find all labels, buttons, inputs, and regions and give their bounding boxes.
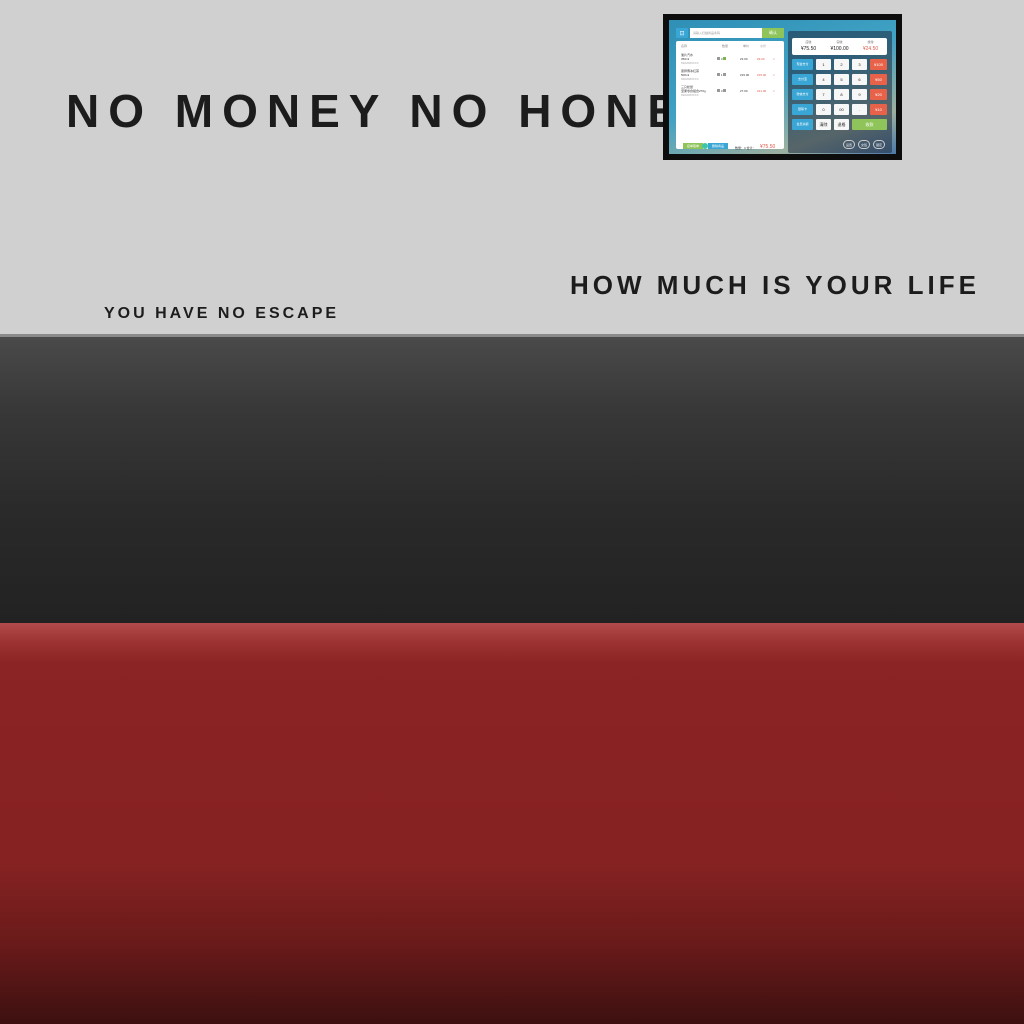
- col-header-name: 名称: [681, 44, 688, 48]
- pay-alipay-button[interactable]: 支付宝: [792, 74, 813, 85]
- pay-wechat-button[interactable]: 微信支付: [792, 89, 813, 100]
- wall-subline: YOU HAVE NO ESCAPE: [104, 305, 340, 322]
- cart-row[interactable]: 康师傅冰红茶 500ml 6902083XXX 1 ¥15.00 ¥15.00 …: [681, 69, 781, 83]
- key-00[interactable]: 00: [834, 104, 849, 115]
- pay-unionpay-button[interactable]: 银联卡: [792, 104, 813, 115]
- key-4[interactable]: 4: [816, 74, 831, 85]
- settings-button[interactable]: 设置: [843, 140, 855, 149]
- key-9[interactable]: 9: [852, 89, 867, 100]
- item-qty: 3: [720, 57, 723, 61]
- cart-row[interactable]: 三只松鼠 坚果零食组合270g 6902083XXX 3 ¥7.00 ¥21.0…: [681, 85, 781, 99]
- col-header-qty: 数量: [722, 44, 729, 48]
- remove-icon[interactable]: ×: [773, 73, 775, 77]
- pay-member-button[interactable]: 会员余额: [792, 119, 813, 130]
- cart-row[interactable]: 薯片汽水 350ml 6902083XXX 3 ¥3.00 ¥9.00 ×: [681, 53, 781, 67]
- cart-count-label: 数量：3 合计：: [735, 146, 756, 150]
- summary-received: 实收 ¥100.00: [830, 40, 849, 52]
- item-code: 6902083XXX: [681, 93, 699, 97]
- minus-icon[interactable]: [717, 57, 720, 60]
- pay-cash-button[interactable]: 现金支付: [792, 59, 813, 70]
- backspace-button[interactable]: 退格: [834, 119, 849, 130]
- item-price: ¥3.00: [740, 57, 748, 61]
- minus-icon[interactable]: [717, 73, 720, 76]
- shift-button[interactable]: 交班: [858, 140, 870, 149]
- pos-screen[interactable]: ⊡ 请输入扫描商品条码 确认 名称 数量 单价 小计 薯片汽水 350ml 69…: [669, 20, 896, 154]
- item-qty: 3: [720, 89, 723, 93]
- clear-button[interactable]: 清除: [816, 119, 831, 130]
- quick-amount-10[interactable]: ¥10: [870, 104, 887, 115]
- plus-icon[interactable]: [723, 89, 727, 92]
- key-0[interactable]: 0: [816, 104, 831, 115]
- search-confirm-button[interactable]: 确认: [762, 28, 784, 38]
- quick-amount-20[interactable]: ¥20: [870, 89, 887, 100]
- summary-due: 应收 ¥75.50: [800, 40, 817, 52]
- cart-total: ¥75.50: [760, 144, 776, 150]
- plus-icon[interactable]: [723, 57, 727, 60]
- plus-icon[interactable]: [723, 73, 727, 76]
- item-code: 6902083XXX: [681, 77, 699, 81]
- item-code: 6902083XXX: [681, 61, 699, 65]
- key-2[interactable]: 2: [834, 59, 849, 70]
- payment-summary: 应收 ¥75.50 实收 ¥100.00 找零 ¥24.50: [792, 38, 887, 55]
- minus-icon[interactable]: [717, 89, 720, 92]
- confirm-payment-button[interactable]: 收款: [852, 119, 887, 130]
- item-subtotal: ¥15.00: [757, 73, 767, 77]
- wall-tagline: HOW MUCH IS YOUR LIFE: [570, 270, 980, 300]
- counter-front: [0, 623, 1024, 1024]
- pos-monitor[interactable]: ⊡ 请输入扫描商品条码 确认 名称 数量 单价 小计 薯片汽水 350ml 69…: [663, 14, 902, 160]
- remove-icon[interactable]: ×: [773, 89, 775, 93]
- key-8[interactable]: 8: [834, 89, 849, 100]
- item-subtotal: ¥9.00: [757, 57, 765, 61]
- item-price: ¥7.00: [740, 89, 748, 93]
- key-3[interactable]: 3: [852, 59, 867, 70]
- scan-icon[interactable]: ⊡: [676, 28, 688, 38]
- key-dot[interactable]: .: [852, 104, 867, 115]
- key-5[interactable]: 5: [834, 74, 849, 85]
- barcode-search-input[interactable]: 请输入扫描商品条码: [690, 28, 762, 38]
- item-price: ¥15.00: [740, 73, 750, 77]
- delete-item-button[interactable]: 删除商品: [708, 143, 728, 149]
- hold-order-button[interactable]: 挂单取单: [683, 143, 703, 149]
- counter-top: [0, 337, 1024, 624]
- remove-icon[interactable]: ×: [773, 57, 775, 61]
- quick-amount-100[interactable]: ¥100: [870, 59, 887, 70]
- key-1[interactable]: 1: [816, 59, 831, 70]
- col-header-price: 单价: [743, 44, 750, 48]
- quick-amount-50[interactable]: ¥50: [870, 74, 887, 85]
- wall-headline: NO MONEY NO HONEY: [66, 85, 727, 137]
- key-7[interactable]: 7: [816, 89, 831, 100]
- key-6[interactable]: 6: [852, 74, 867, 85]
- col-header-subtotal: 小计: [760, 44, 767, 48]
- summary-change: 找零 ¥24.50: [862, 40, 879, 52]
- lock-button[interactable]: 锁定: [873, 140, 885, 149]
- item-qty: 1: [720, 73, 723, 77]
- item-subtotal: ¥21.00: [757, 89, 767, 93]
